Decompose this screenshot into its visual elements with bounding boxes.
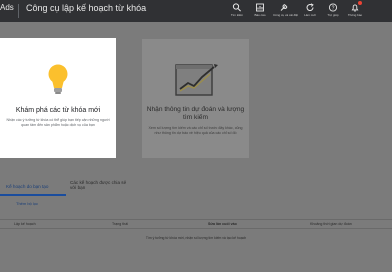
discover-card-description: Nhận các ý tưởng từ khóa có thể giúp bạn… [6,118,110,128]
forecast-card-title: Nhận thông tin dự đoán và lượng tìm kiếm [146,106,245,121]
empty-table-message: Tìm ý tưởng từ khóa mới, nhận số lượng t… [145,236,247,240]
col-plan[interactable]: Lập kế hoạch [14,222,36,226]
help-icon: ? [328,3,338,12]
svg-text:?: ? [332,5,335,11]
search-label: Tìm kiếm [230,13,244,17]
trend-chart-icon [175,64,218,96]
tools-button[interactable]: Công cụ và cài đặt [273,2,298,22]
tab-shared-plans[interactable]: Các kế hoạch được chia sẻ với bạn [70,180,130,191]
brand-logo[interactable]: Ads [0,3,14,12]
discover-card-title: Khám phá các từ khóa mới [15,107,101,114]
reports-button[interactable]: Báo cáo [249,2,271,22]
col-forecast-period[interactable]: Khoảng thời gian dự đoán [310,222,352,226]
refresh-label: Làm mới [304,13,316,17]
discover-keywords-card[interactable]: Khám phá các từ khóa mới Nhận các ý tưởn… [0,38,116,158]
tools-icon [280,4,288,11]
help-button[interactable]: ? Trợ giúp [322,2,344,22]
forecast-card[interactable]: Nhận thông tin dự đoán và lượng tìm kiếm… [142,39,249,158]
active-tab-indicator [0,194,66,196]
add-filter-link[interactable]: Thêm bộ lọc [16,201,38,206]
notifications-label: Thông báo [347,13,363,17]
plans-table-header: Lập kế hoạch Trạng thái Sửa lần cuối vào… [0,219,392,229]
tools-label: Công cụ và cài đặt [273,13,298,17]
header-divider [18,4,19,18]
refresh-icon [306,3,314,11]
col-status[interactable]: Trạng thái [112,222,128,226]
top-bar: Ads Công cụ lập kế hoạch từ khóa Tìm kiế… [0,0,392,22]
col-last-edited[interactable]: Sửa lần cuối vào [208,222,237,226]
search-button[interactable]: Tìm kiếm [226,2,248,22]
help-label: Trợ giúp [327,13,339,17]
refresh-button[interactable]: Làm mới [299,2,321,22]
plans-tabs: Kế hoạch do bạn tạo Các kế hoạch được ch… [0,178,392,196]
search-icon [232,3,241,12]
tab-your-plans[interactable]: Kế hoạch do bạn tạo [6,184,48,189]
notifications-button[interactable]: Thông báo [344,1,366,22]
reports-icon [256,3,264,12]
notification-badge [358,1,362,5]
page-title: Công cụ lập kế hoạch từ khóa [26,3,147,13]
reports-label: Báo cáo [254,13,266,17]
lightbulb-icon [48,64,68,94]
forecast-card-description: Xem số lượng tìm kiếm và các chỉ số trướ… [148,126,243,136]
